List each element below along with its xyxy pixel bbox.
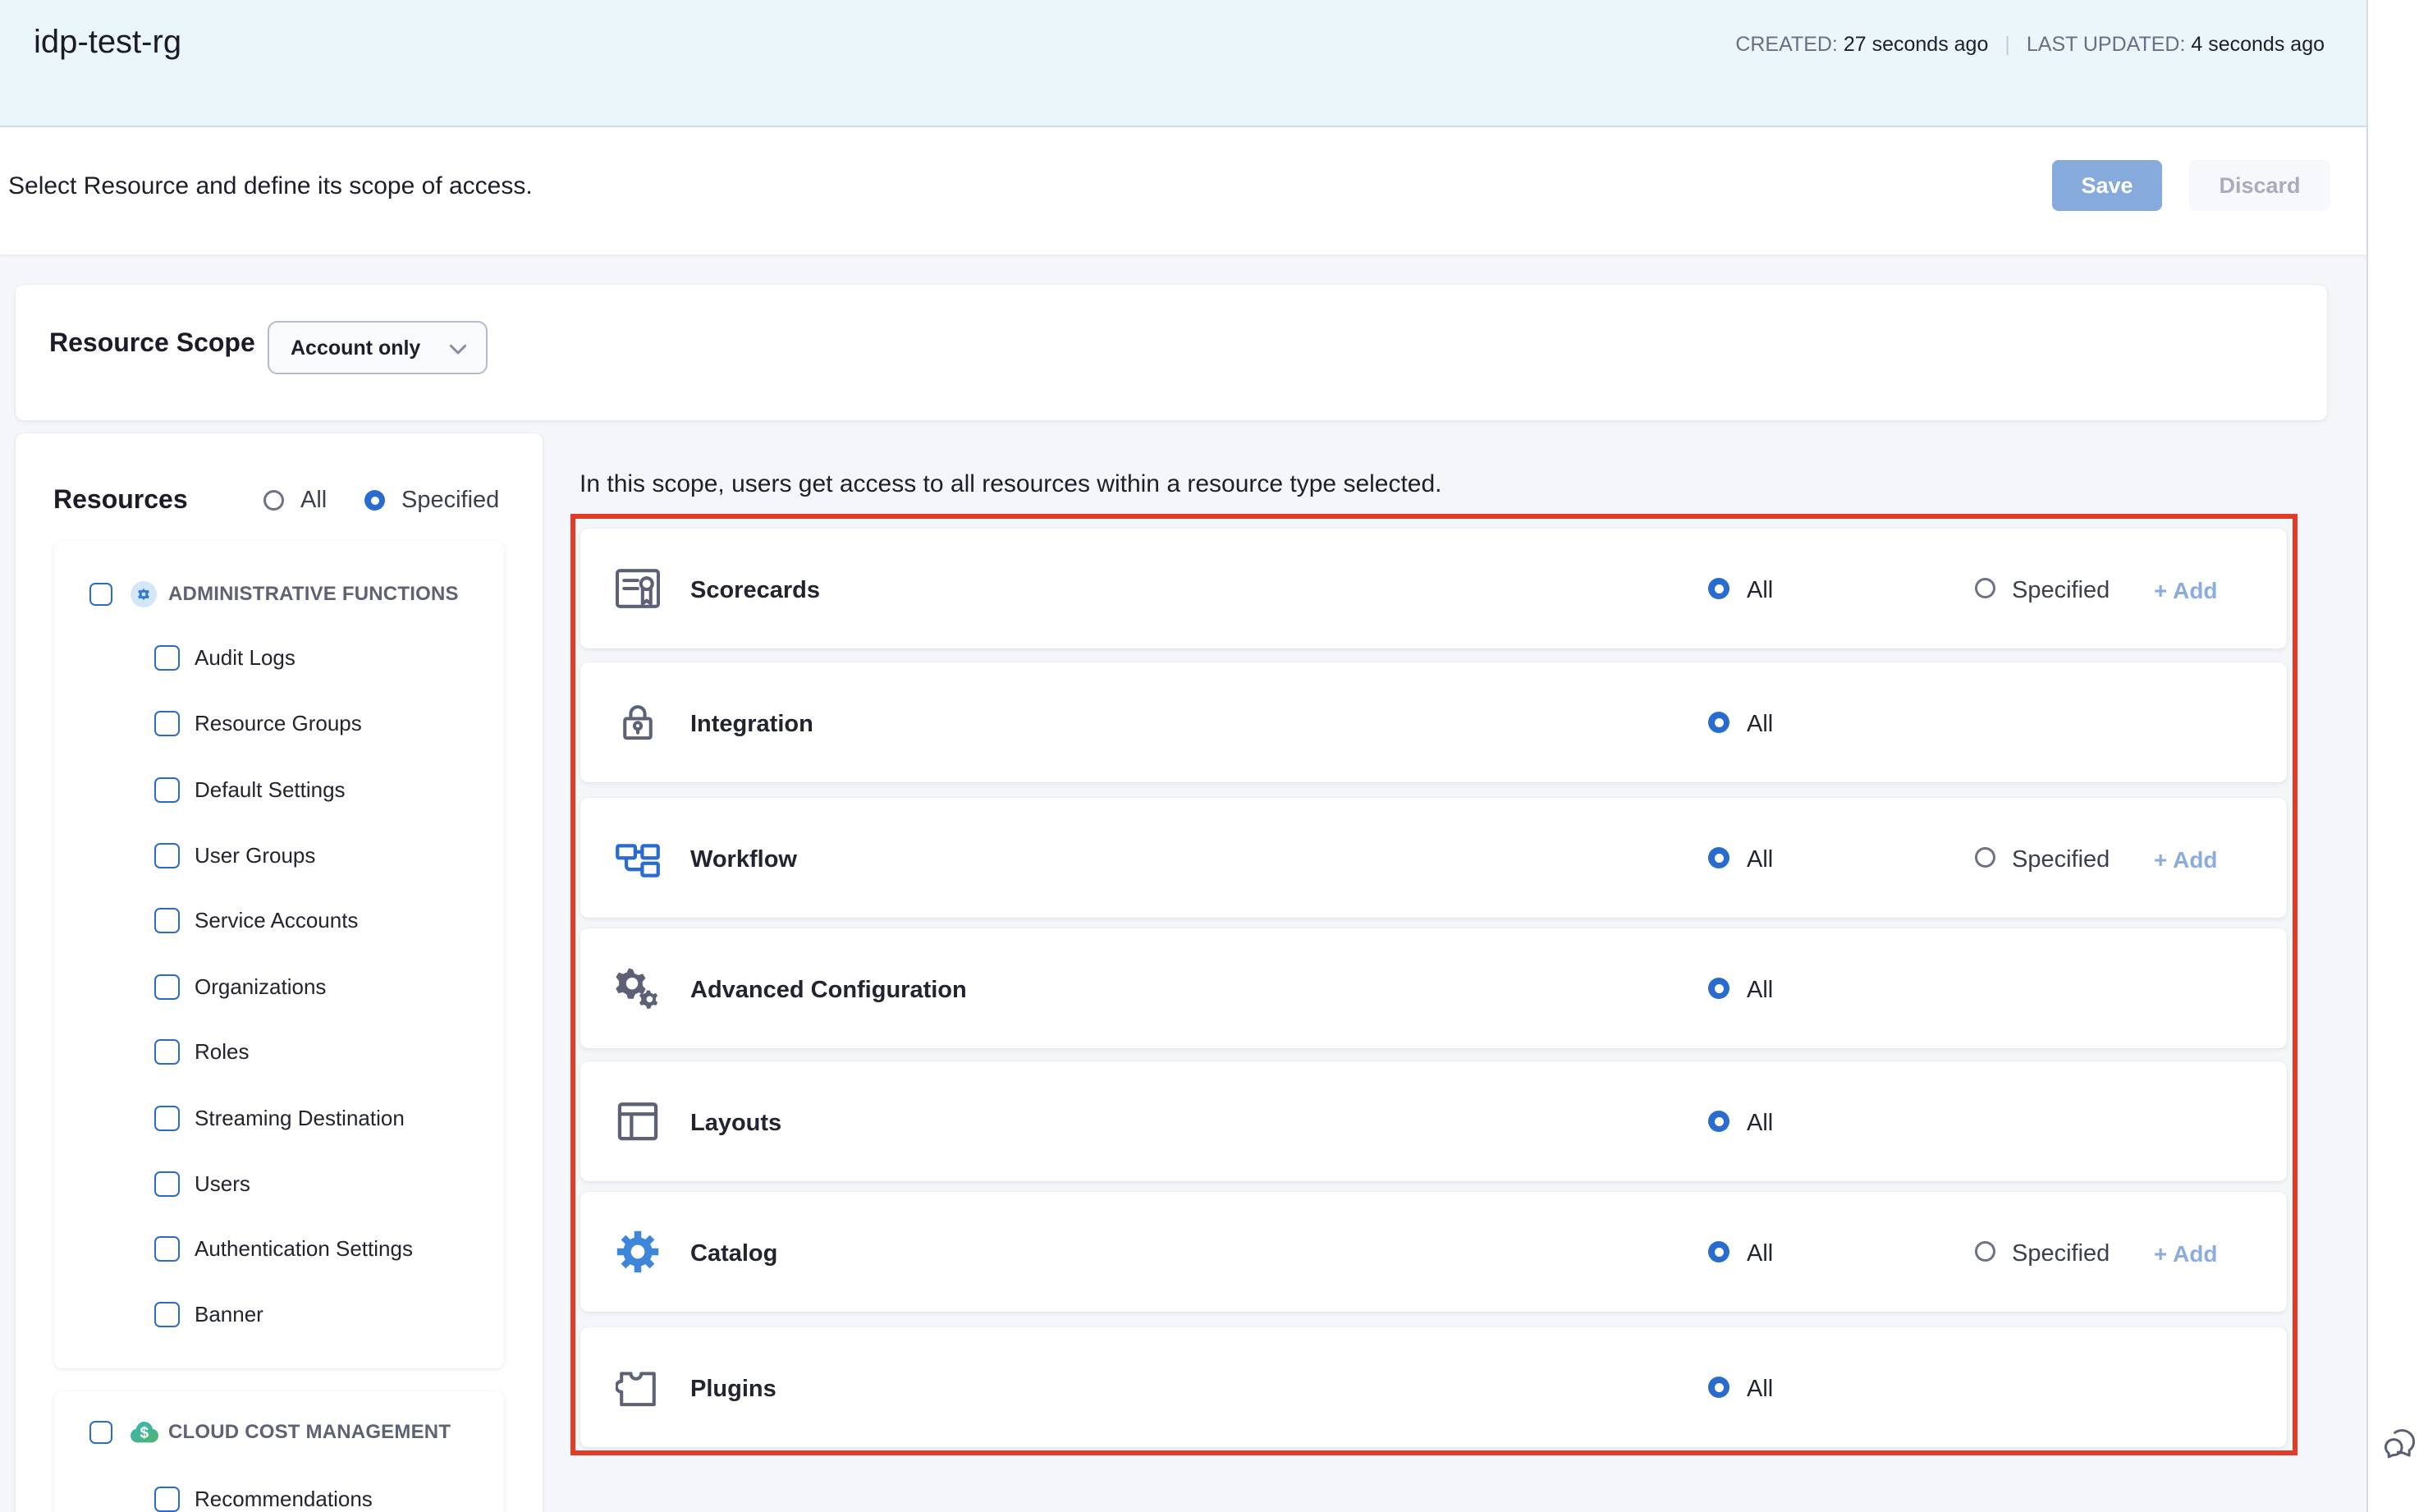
svg-text:$: $ [140, 1425, 149, 1442]
